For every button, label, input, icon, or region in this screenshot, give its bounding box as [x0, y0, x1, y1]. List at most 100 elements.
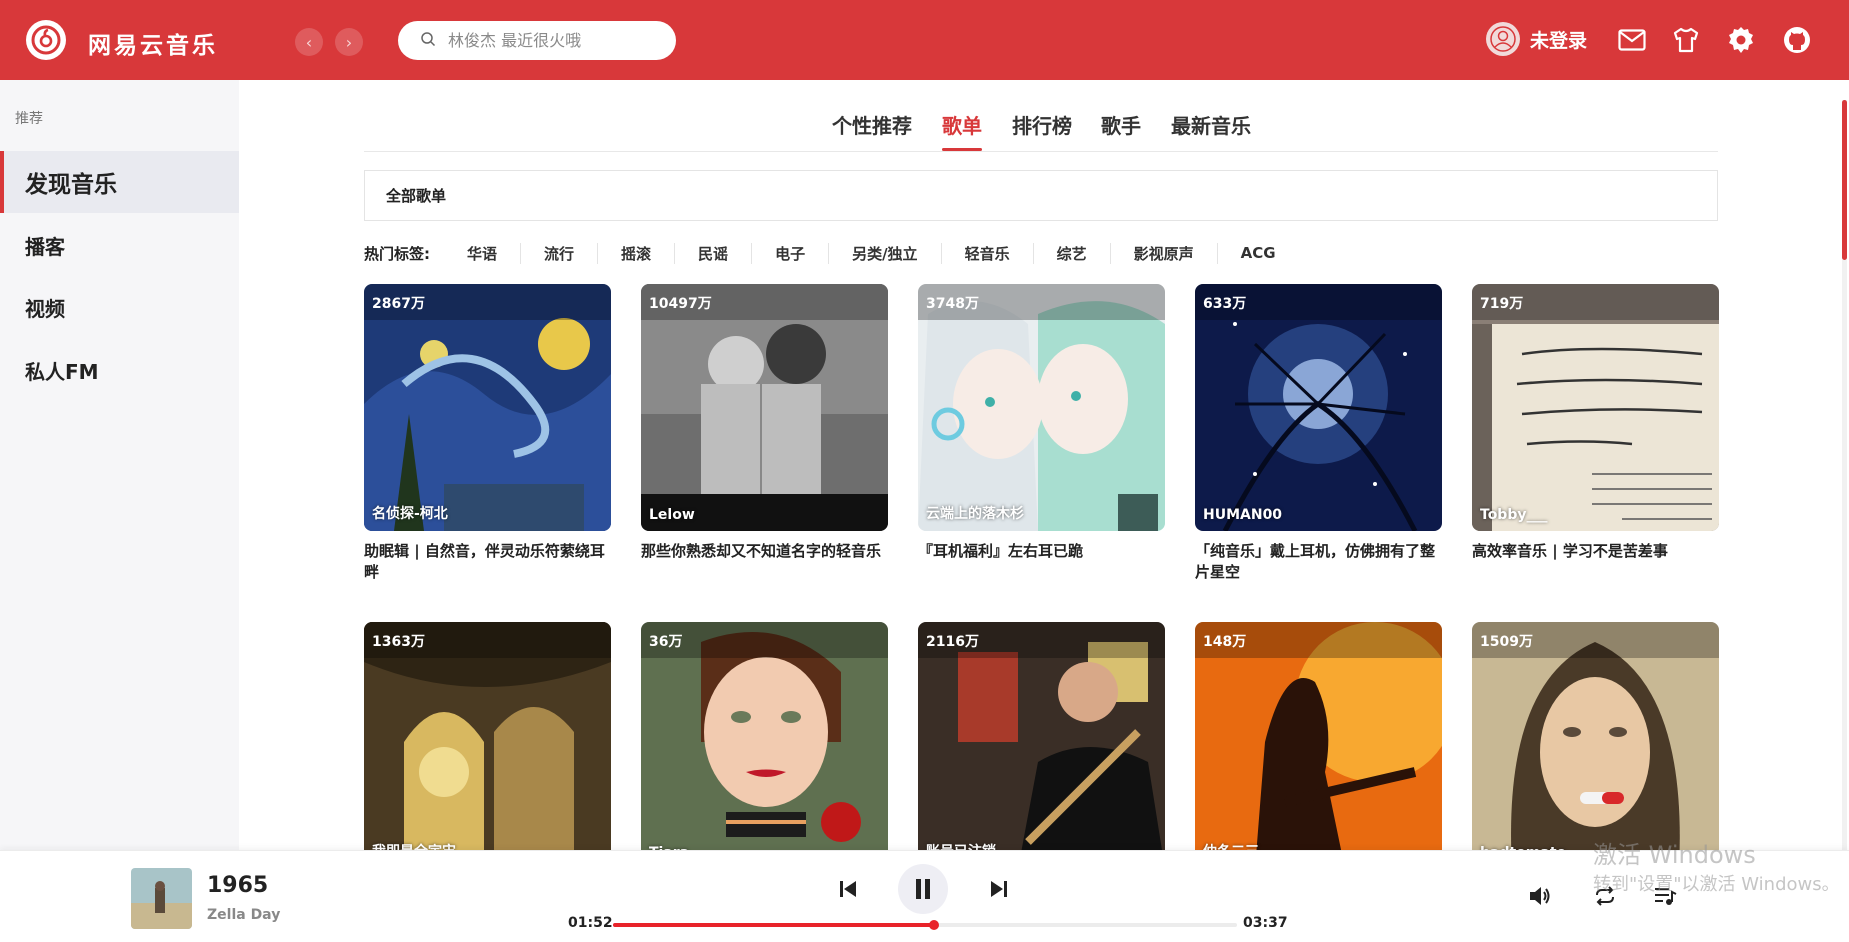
- scrollbar-thumb[interactable]: [1842, 100, 1847, 260]
- song-title[interactable]: 1965: [207, 873, 268, 898]
- search-box[interactable]: [398, 21, 676, 60]
- playlist-title[interactable]: 「纯音乐」戴上耳机，仿佛拥有了整片星空: [1195, 541, 1442, 583]
- playlist-card[interactable]: 3748万 云端上的落木杉 『耳机福利』左右耳已跪: [918, 284, 1165, 562]
- cover-image: [1472, 622, 1719, 869]
- progress-bar[interactable]: [613, 920, 1237, 930]
- tag-item[interactable]: 华语: [444, 242, 522, 264]
- play-count: 148万: [1195, 622, 1442, 658]
- playlist-card[interactable]: 148万 仲冬二三: [1195, 622, 1442, 869]
- cover-image: [1195, 284, 1442, 531]
- creator-name: Lelow: [649, 507, 695, 523]
- sidebar-item-fm[interactable]: 私人FM: [0, 339, 239, 401]
- search-input[interactable]: [448, 31, 648, 50]
- sidebar-item-podcast[interactable]: 播客: [0, 214, 239, 276]
- playlist-card[interactable]: 2867万 名侦探-柯北 助眠辑 | 自然音，伴灵动乐符萦绕耳畔: [364, 284, 611, 583]
- all-playlists-button[interactable]: 全部歌单: [364, 170, 1718, 221]
- playlist-card[interactable]: 1509万 badtomato: [1472, 622, 1719, 869]
- creator-name: HUMAN00: [1203, 507, 1283, 523]
- play-count: 1363万: [364, 622, 611, 658]
- tab-playlists[interactable]: 歌单: [942, 110, 982, 151]
- all-playlists-label: 全部歌单: [386, 187, 447, 205]
- playlist-title[interactable]: 助眠辑 | 自然音，伴灵动乐符萦绕耳畔: [364, 541, 611, 583]
- playlist-card[interactable]: 10497万 Lelow 那些你熟悉却又不知道名字的轻音乐: [641, 284, 888, 562]
- tab-new-music[interactable]: 最新音乐: [1171, 110, 1251, 139]
- hot-tags: 热门标签: 华语 流行 摇滚 民谣 电子 另类/独立 轻音乐 综艺 影视原声 A…: [364, 240, 1299, 266]
- user-login[interactable]: 未登录: [1486, 22, 1587, 56]
- volume-icon: [1530, 887, 1550, 905]
- playlist-card[interactable]: 36万 Tiara: [641, 622, 888, 869]
- prev-button[interactable]: [836, 875, 860, 903]
- sidebar-section-title: 推荐: [15, 111, 43, 127]
- search-icon: [420, 31, 436, 51]
- play-count: 1509万: [1472, 622, 1719, 658]
- tag-item[interactable]: 综艺: [1034, 242, 1111, 264]
- tag-item[interactable]: 流行: [521, 242, 599, 264]
- watermark-line-2: 转到"设置"以激活 Windows。: [1593, 874, 1840, 895]
- playlist-cover[interactable]: 633万 HUMAN00: [1195, 284, 1442, 531]
- playlist-title[interactable]: 那些你熟悉却又不知道名字的轻音乐: [641, 541, 888, 562]
- shirt-icon[interactable]: [1670, 24, 1702, 56]
- next-icon: [991, 881, 1007, 897]
- playlist-cover[interactable]: 148万 仲冬二三: [1195, 622, 1442, 869]
- tag-item[interactable]: 影视原声: [1111, 242, 1218, 264]
- tag-item[interactable]: 另类/独立: [829, 242, 942, 264]
- cover-image: [641, 622, 888, 869]
- watermark-line-1: 激活 Windows: [1593, 841, 1756, 869]
- playlist-title[interactable]: 高效率音乐 | 学习不是苦差事: [1472, 541, 1719, 562]
- cover-image: [641, 284, 888, 531]
- progress-handle[interactable]: [929, 920, 940, 930]
- playlist-card[interactable]: 2116万 账号已注销: [918, 622, 1165, 869]
- progress-fill: [613, 923, 935, 927]
- sidebar-item-video[interactable]: 视频: [0, 276, 239, 338]
- github-icon[interactable]: [1781, 24, 1813, 56]
- tab-recommend[interactable]: 个性推荐: [832, 110, 912, 139]
- windows-activation-watermark: 激活 Windows 转到"设置"以激活 Windows。: [1593, 840, 1840, 900]
- chevron-left-icon: ‹: [305, 32, 313, 52]
- playlist-cover[interactable]: 36万 Tiara: [641, 622, 888, 869]
- playlist-title[interactable]: 『耳机福利』左右耳已跪: [918, 541, 1165, 562]
- user-name[interactable]: 未登录: [1530, 26, 1587, 53]
- player-bar: 1965 Zella Day 01:52 03:37: [0, 850, 1849, 942]
- volume-button[interactable]: [1527, 883, 1553, 909]
- gear-icon[interactable]: [1725, 24, 1757, 56]
- cover-image: [1472, 284, 1719, 531]
- current-time: 01:52: [568, 915, 613, 931]
- song-cover[interactable]: [131, 868, 192, 929]
- playlist-card[interactable]: 719万 Tobby___ 高效率音乐 | 学习不是苦差事: [1472, 284, 1719, 562]
- playlist-cover[interactable]: 2116万 账号已注销: [918, 622, 1165, 869]
- next-button[interactable]: [987, 875, 1011, 903]
- song-cover-image: [131, 868, 192, 929]
- creator-name: 名侦探-柯北: [372, 506, 448, 522]
- app-title[interactable]: 网易云音乐: [88, 26, 218, 60]
- mail-icon[interactable]: [1616, 24, 1648, 56]
- tab-charts[interactable]: 排行榜: [1012, 110, 1072, 139]
- playlist-cover[interactable]: 2867万 名侦探-柯北: [364, 284, 611, 531]
- play-count: 10497万: [641, 284, 888, 320]
- playlist-cover[interactable]: 1509万 badtomato: [1472, 622, 1719, 869]
- tag-item[interactable]: 民谣: [675, 242, 753, 264]
- sidebar-item-discover[interactable]: 发现音乐: [0, 151, 239, 213]
- pause-icon: [916, 879, 930, 899]
- play-count: 719万: [1472, 284, 1719, 320]
- playlist-cover[interactable]: 3748万 云端上的落木杉: [918, 284, 1165, 531]
- playlist-cover[interactable]: 719万 Tobby___: [1472, 284, 1719, 531]
- song-artist[interactable]: Zella Day: [207, 907, 280, 923]
- tab-artists[interactable]: 歌手: [1101, 110, 1141, 139]
- logo-icon[interactable]: [26, 20, 66, 60]
- tag-item[interactable]: 轻音乐: [942, 242, 1034, 264]
- playlist-card[interactable]: 633万 HUMAN00 「纯音乐」戴上耳机，仿佛拥有了整片星空: [1195, 284, 1442, 583]
- tag-item[interactable]: 摇滚: [598, 242, 676, 264]
- chevron-right-icon: ›: [345, 32, 353, 52]
- playlist-cover[interactable]: 1363万 我即是全宇宙: [364, 622, 611, 869]
- playlist-card[interactable]: 1363万 我即是全宇宙: [364, 622, 611, 869]
- play-count: 2116万: [918, 622, 1165, 658]
- forward-button[interactable]: ›: [335, 28, 363, 56]
- play-count: 3748万: [918, 284, 1165, 320]
- playlist-cover[interactable]: 10497万 Lelow: [641, 284, 888, 531]
- pause-button[interactable]: [898, 864, 948, 914]
- cover-image: [918, 622, 1165, 869]
- cover-image: [918, 284, 1165, 531]
- tag-item[interactable]: 电子: [752, 242, 830, 264]
- back-button[interactable]: ‹: [295, 28, 323, 56]
- tag-item[interactable]: ACG: [1218, 244, 1299, 262]
